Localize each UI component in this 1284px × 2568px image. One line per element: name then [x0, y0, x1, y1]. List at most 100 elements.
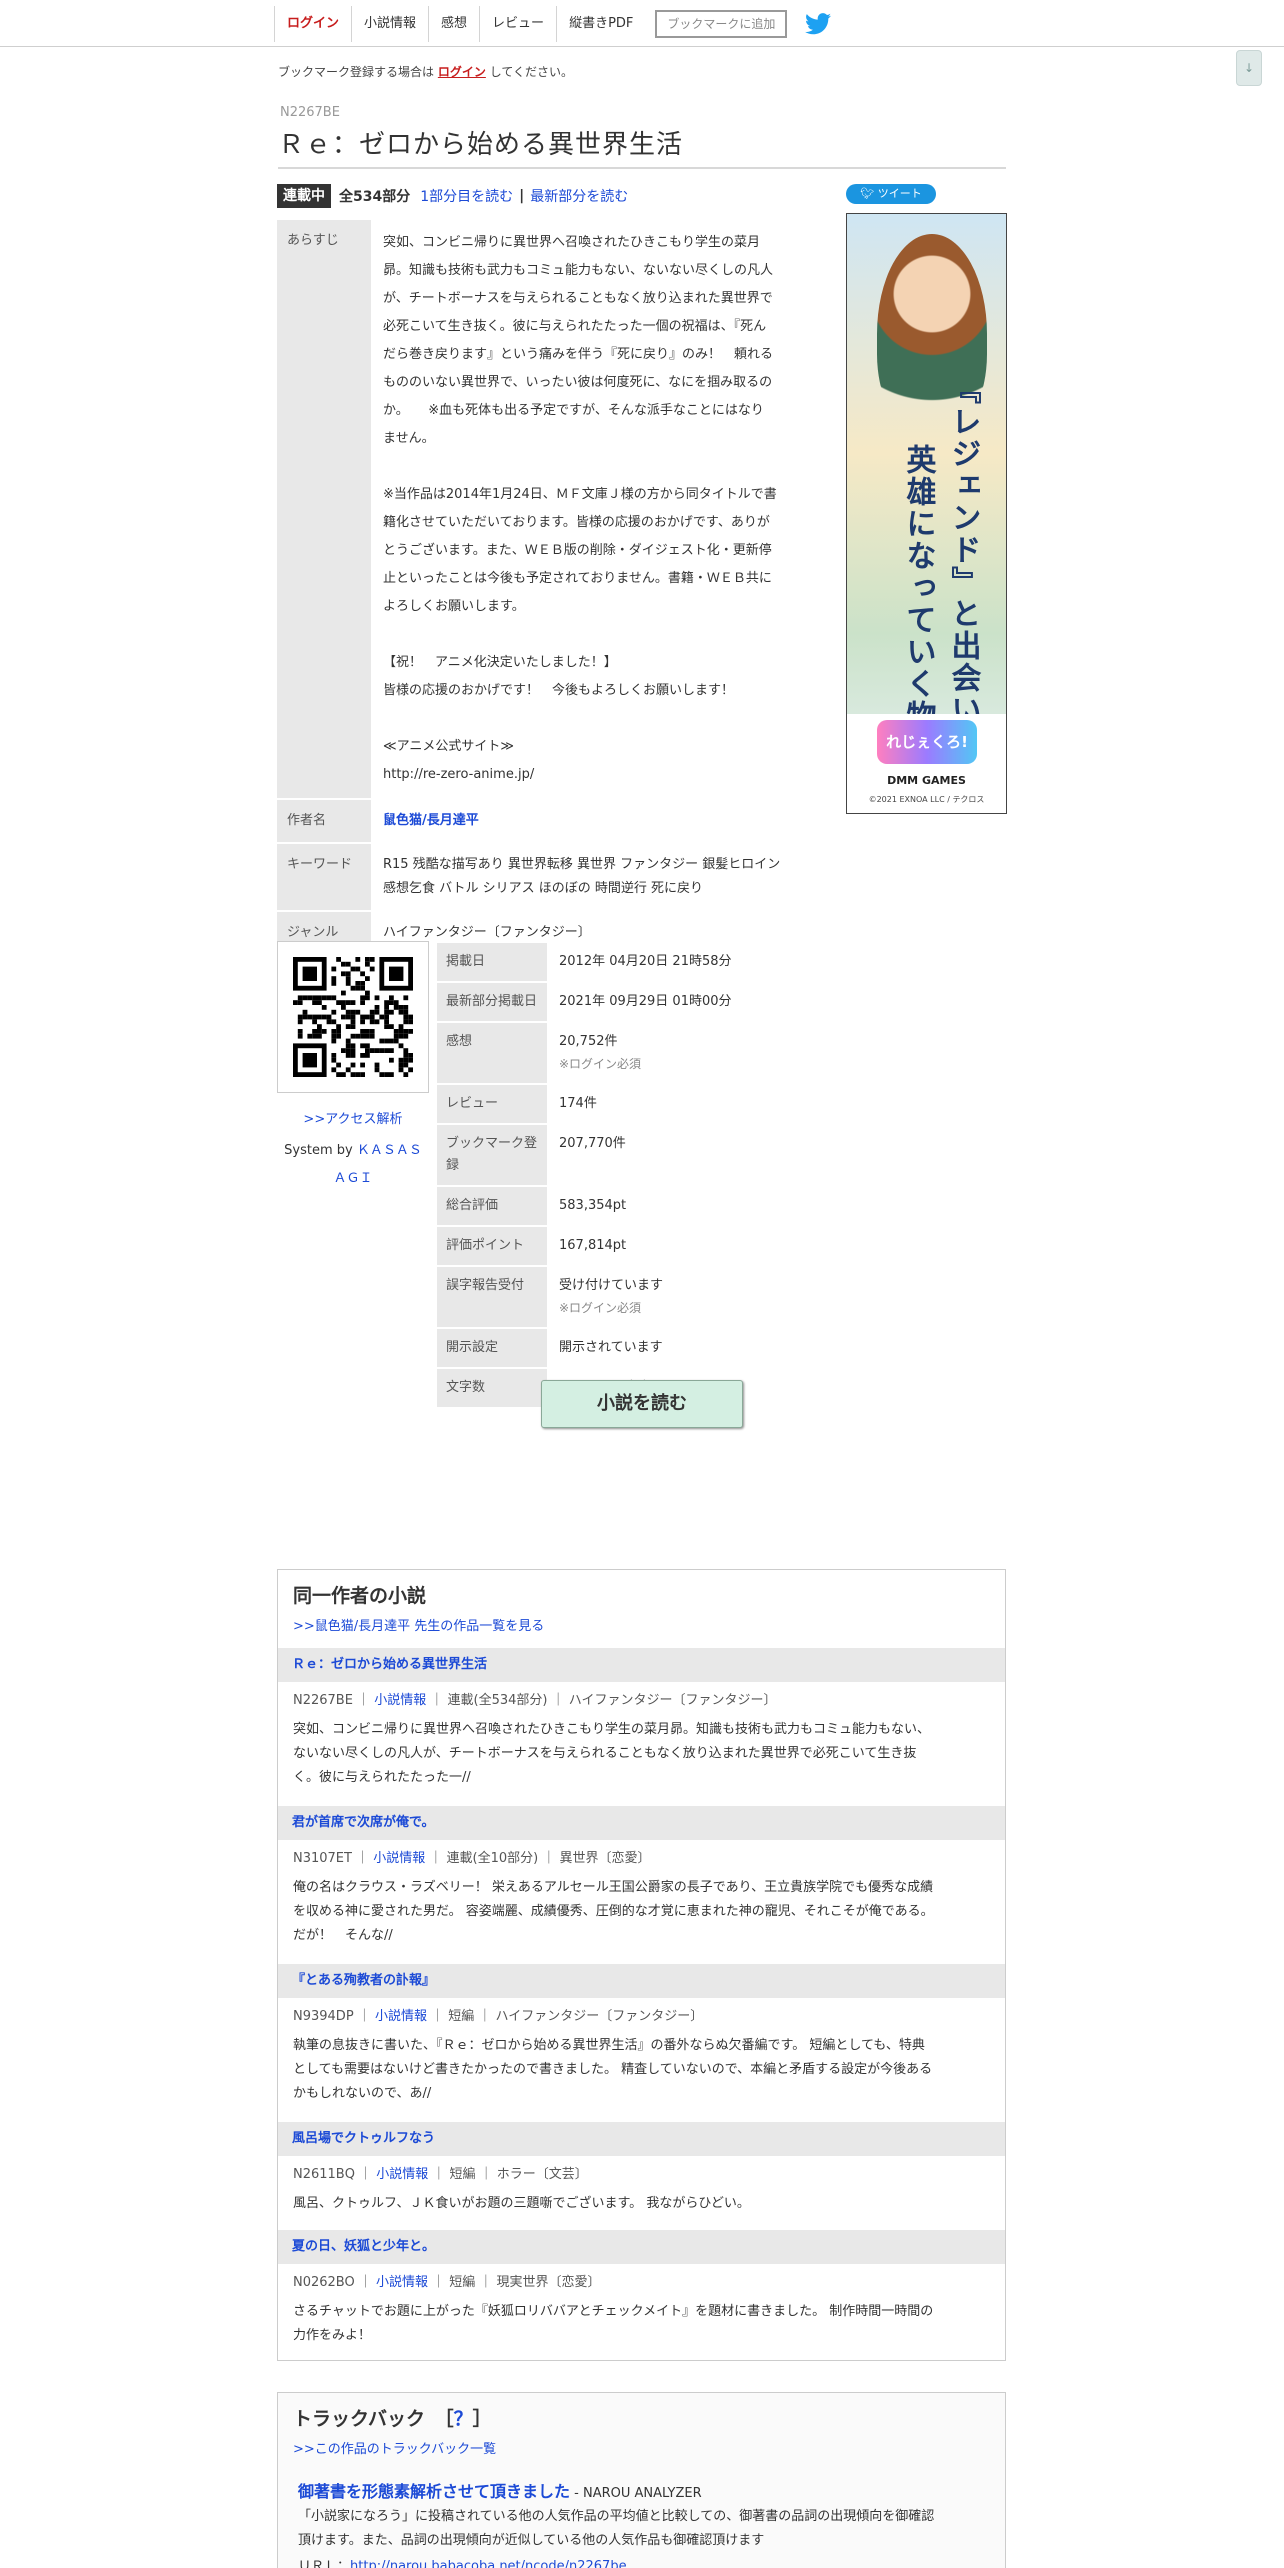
trackback-url-link[interactable]: http://narou.babacoba.net/ncode/n2267be	[350, 2559, 627, 2568]
synopsis-line: ※当作品は2014年1月24日、ＭＦ文庫Ｊ様の方から同タイトルで書	[383, 487, 777, 502]
trackback-section: トラックバック ［？］ >>この作品のトラックバック一覧 御著書を形態素解析させ…	[277, 2392, 1006, 2568]
eval-point-row: 評価ポイント 167,814pt	[437, 1227, 997, 1265]
trackback-entry-link[interactable]: 御著書を形態素解析させて頂きました	[298, 2482, 570, 2501]
tweet-bird-icon: 🐦︎	[860, 187, 878, 200]
synopsis-text: 突如、コンビニ帰りに異世界へ召喚されたひきこもり学生の菜月 昴。知識も技術も武力も…	[371, 220, 817, 798]
work-title-link[interactable]: 『とある殉教者の訃報』	[278, 1964, 1005, 1998]
impressions-count: 20,752件	[559, 1034, 618, 1049]
work-meta: N2267BE ｜ 小説情報 ｜ 連載(全534部分) ｜ ハイファンタジー〔フ…	[293, 1693, 777, 1708]
synopsis-line: だら巻き戻ります』という痛みを伴う『死に戻り』のみ！ 頼れる	[383, 347, 774, 362]
synopsis-line: 昴。知識も技術も武力もコミュ能力もない、ないない尽くしの凡人	[383, 263, 774, 278]
ad-banner[interactable]: 『レジェンド』と出会い 英雄になっていく物語 れじぇくろ! DMM GAMES …	[846, 213, 1007, 814]
list-item: 夏の日、妖狐と少年と。 N0262BO ｜ 小説情報 ｜ 短編 ｜ 現実世界〔恋…	[278, 2230, 1005, 2348]
author-link[interactable]: 鼠色猫/長月達平	[383, 813, 479, 828]
trackback-entry-source: - NAROU ANALYZER	[570, 2486, 702, 2501]
synopsis-line: 籍化させていただいております。皆様の応援のおかげです、ありが	[383, 515, 770, 530]
synopsis-line: よろしくお願いします。	[383, 599, 525, 614]
work-ncode: N2267BE	[293, 1693, 353, 1708]
twitter-icon[interactable]	[805, 13, 832, 35]
chars-label: 文字数	[437, 1369, 547, 1407]
nav-login[interactable]: ログイン	[274, 6, 353, 42]
total-eval: 583,354pt	[559, 1198, 627, 1213]
work-desc-line: さるチャットでお題に上がった『妖狐ロリババアとチェックメイト』を題材に書きました…	[293, 2304, 934, 2319]
work-title-link[interactable]: 夏の日、妖狐と少年と。	[278, 2230, 1005, 2264]
work-info-link[interactable]: 小説情報	[375, 2009, 427, 2024]
access-analysis-link[interactable]: >>アクセス解析	[277, 1108, 429, 1127]
work-desc-line: 力作をみよ！	[293, 2328, 372, 2343]
qr-code	[277, 941, 429, 1093]
top-nav-inner: ログイン 小説情報 感想 レビュー 縦書きPDF ブックマークに追加	[274, 6, 832, 42]
trackback-list-link[interactable]: >>この作品のトラックバック一覧	[293, 2438, 496, 2457]
same-author-title: 同一作者の小説	[293, 1585, 427, 1607]
trackback-entry: 御著書を形態素解析させて頂きました - NAROU ANALYZER	[298, 2478, 702, 2502]
impressions-row: 感想 20,752件 ※ログイン必須	[437, 1023, 997, 1083]
list-item: Ｒｅ：ゼロから始める異世界生活 N2267BE ｜ 小説情報 ｜ 連載(全534…	[278, 1648, 1005, 1790]
work-desc-line: を収める神に愛された男だ。 容姿端麗、成績優秀、圧倒的な才覚に恵まれた神の寵児、…	[293, 1904, 934, 1919]
work-title-link[interactable]: 風呂場でクトゥルフなう	[278, 2122, 1005, 2156]
list-item: 『とある殉教者の訃報』 N9394DP ｜ 小説情報 ｜ 短編 ｜ ハイファンタ…	[278, 1964, 1005, 2106]
synopsis-line: もののいない異世界で、いったい彼は何度死に、なにを掴み取るの	[383, 375, 773, 390]
login-note: ブックマーク登録する場合は ログイン してください。	[278, 63, 573, 80]
work-info-link[interactable]: 小説情報	[376, 2275, 428, 2290]
list-item: 君が首席で次席が俺で。 N3107ET ｜ 小説情報 ｜ 連載(全10部分) ｜…	[278, 1806, 1005, 1948]
bookmark-row: ブックマーク登録 207,770件	[437, 1125, 997, 1185]
same-author-section: 同一作者の小説 >>鼠色猫/長月達平 先生の作品一覧を見る Ｒｅ：ゼロから始める…	[277, 1569, 1006, 2361]
work-info-link[interactable]: 小説情報	[374, 1693, 426, 1708]
published-row: 掲載日 2012年 04月20日 21時58分	[437, 943, 997, 981]
qr-code-image	[293, 957, 413, 1077]
review-label: レビュー	[437, 1085, 547, 1123]
synopsis-line: 【祝！ アニメ化決定いたしました！】	[383, 655, 617, 670]
trackback-title: トラックバック ［？］	[293, 2404, 492, 2431]
review-count: 174件	[559, 1096, 597, 1111]
work-ncode: N2611BQ	[293, 2167, 355, 2182]
login-note-link[interactable]: ログイン	[438, 65, 486, 79]
nav-impressions[interactable]: 感想	[429, 6, 481, 42]
nav-novel-info[interactable]: 小説情報	[352, 6, 430, 42]
kasasagi-link[interactable]: ＫＡＳＡＳ	[357, 1143, 422, 1158]
scroll-down-button[interactable]: ↓	[1236, 50, 1262, 86]
work-title-link[interactable]: 君が首席で次席が俺で。	[278, 1806, 1005, 1840]
trackback-description: 「小説家になろう」に投稿されている他の人気作品の平均値と比較しての、御著書の品詞…	[298, 2505, 998, 2553]
nav-review[interactable]: レビュー	[480, 6, 558, 42]
work-desc-line: 執筆の息抜きに書いた、『Ｒｅ：ゼロから始める異世界生活』の番外ならぬ欠番編です。…	[293, 2038, 925, 2053]
synopsis-line	[383, 705, 817, 733]
read-novel-button[interactable]: 小説を読む	[541, 1380, 743, 1428]
read-first-link[interactable]: 1部分目を読む	[420, 186, 513, 206]
bookmark-add-button[interactable]: ブックマークに追加	[655, 10, 788, 38]
work-ncode: N0262BO	[293, 2275, 355, 2290]
synopsis-line: ません。	[383, 431, 435, 446]
work-desc-line: 突如、コンビニ帰りに異世界へ召喚されたひきこもり学生の菜月昴。知識も技術も武力も…	[293, 1722, 931, 1737]
synopsis-line	[383, 621, 817, 649]
synopsis-line: か。 ※血も死体も出る予定ですが、そんな派手なことにはなり	[383, 403, 764, 418]
ad-copyright: ©2021 EXNOA LLC / テクロス	[868, 795, 985, 804]
total-eval-row: 総合評価 583,354pt	[437, 1187, 997, 1225]
kasasagi-link-2[interactable]: ＡＧＩ	[333, 1171, 372, 1186]
work-info-link[interactable]: 小説情報	[373, 1851, 425, 1866]
work-meta: N9394DP ｜ 小説情報 ｜ 短編 ｜ ハイファンタジー〔ファンタジー〕	[293, 2009, 704, 2024]
novel-info-table: あらすじ 突如、コンビニ帰りに異世界へ召喚されたひきこもり学生の菜月 昴。知識も技…	[277, 218, 817, 956]
nav-vertical-pdf[interactable]: 縦書きPDF	[557, 6, 645, 42]
keywords-line-2: 感想乞食 バトル シリアス ほのぼの 時間逆行 死に戻り	[383, 881, 704, 896]
work-desc-line: だが！ そんな//	[293, 1928, 393, 1943]
ad-catchcopy-1: 『レジェンド』と出会い	[945, 374, 981, 726]
work-desc-line: としても需要はないけど書きたかったので書きました。 精査していないので、本編と矛…	[293, 2062, 933, 2077]
tweet-label: ツイート	[877, 187, 922, 200]
synopsis-line: が、チートボーナスを与えられることもなく放り込まれた異世界で	[383, 291, 773, 306]
login-note-prefix: ブックマーク登録する場合は	[278, 65, 435, 79]
page-title: Ｒｅ：ゼロから始める異世界生活	[278, 124, 1006, 169]
work-description: 突如、コンビニ帰りに異世界へ召喚されたひきこもり学生の菜月昴。知識も技術も武力も…	[278, 1712, 1005, 1790]
work-meta-text: 連載(全534部分) ｜ ハイファンタジー〔ファンタジー〕	[447, 1693, 777, 1708]
latest-label: 最新部分掲載日	[437, 983, 547, 1021]
trackback-help-link[interactable]: ？	[454, 2408, 473, 2430]
total-eval-label: 総合評価	[437, 1187, 547, 1225]
author-works-link[interactable]: >>鼠色猫/長月達平 先生の作品一覧を見る	[293, 1615, 544, 1634]
read-latest-link[interactable]: 最新部分を読む	[530, 186, 628, 206]
tweet-button[interactable]: 🐦︎ ツイート	[846, 184, 936, 204]
work-meta-text: 連載(全10部分) ｜ 異世界〔恋愛〕	[446, 1851, 651, 1866]
work-info-link[interactable]: 小説情報	[376, 2167, 428, 2182]
work-title-link[interactable]: Ｒｅ：ゼロから始める異世界生活	[278, 1648, 1005, 1682]
system-by-label: System by	[284, 1143, 353, 1158]
trackback-desc-line: 頂けます。また、品詞の出現傾向が近似している他の人気作品も御確認頂けます	[298, 2533, 765, 2548]
work-ncode: N9394DP	[293, 2009, 354, 2024]
work-desc-line: く。彼に与えられたたった一//	[293, 1770, 471, 1785]
